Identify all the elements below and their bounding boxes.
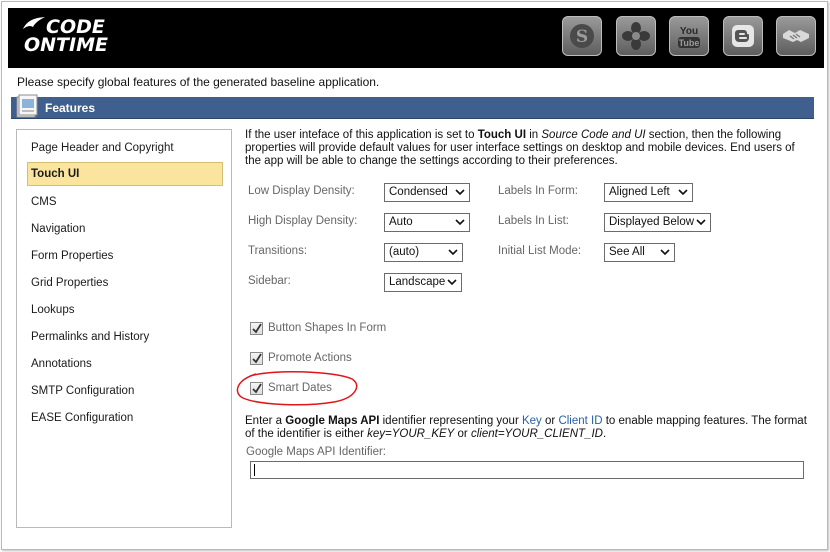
labels-in-form-label: Labels In Form: (498, 185, 578, 197)
gmaps-bold: Google Maps API (285, 415, 380, 427)
sidebar-setting-label: Sidebar: (248, 275, 291, 287)
low-display-density-select[interactable]: Condensed (384, 183, 470, 202)
labels-in-form-value: Aligned Left (609, 186, 670, 198)
chevron-down-icon (455, 189, 465, 196)
chevron-down-icon (696, 219, 706, 226)
promote-actions-checkbox[interactable]: Promote Actions (250, 350, 352, 366)
sidebar-item-annotations[interactable]: Annotations (27, 352, 223, 376)
text-caret (254, 464, 255, 476)
description-source-code-italic: Source Code and UI (541, 129, 646, 141)
flower-button[interactable] (616, 16, 656, 56)
high-display-density-value: Auto (389, 216, 413, 228)
stumbleupon-button[interactable]: S (562, 16, 602, 56)
youtube-button[interactable]: You Tube (669, 16, 709, 56)
button-shapes-in-form-checkbox[interactable]: Button Shapes In Form (250, 320, 386, 336)
high-display-density-label: High Display Density: (248, 215, 358, 227)
chevron-down-icon (447, 279, 457, 286)
labels-in-form-select[interactable]: Aligned Left (604, 183, 693, 202)
promote-actions-label: Promote Actions (268, 352, 352, 364)
sidebar-item-touch-ui[interactable]: Touch UI (27, 162, 223, 186)
low-display-density-value: Condensed (389, 186, 448, 198)
flower-icon (622, 22, 650, 50)
button-shapes-in-form-label: Button Shapes In Form (268, 322, 387, 334)
sidebar-item-cms[interactable]: CMS (27, 190, 223, 214)
code-on-time-logo[interactable]: CODE ONTIME (23, 17, 108, 56)
description-text-2: in (526, 129, 542, 141)
bird-logo-icon (23, 17, 45, 29)
client-id-link[interactable]: Client ID (558, 415, 602, 427)
labels-in-list-value: Displayed Below (609, 216, 695, 228)
transitions-value: (auto) (389, 246, 420, 258)
logo-line-2: ONTIME (24, 34, 108, 56)
transitions-label: Transitions: (248, 245, 308, 257)
features-book-icon (16, 94, 38, 118)
header-banner: CODE ONTIME S You Tube (8, 8, 824, 68)
gmaps-key-format: key=YOUR_KEY (367, 428, 455, 440)
description-text-1: If the user inteface of this application… (245, 129, 478, 141)
initial-list-mode-select[interactable]: See All (604, 243, 675, 262)
handshake-icon (783, 30, 809, 42)
gmaps-text-2: identifier representing your (379, 415, 522, 427)
red-highlight-circle (236, 371, 358, 406)
sidebar-item-lookups[interactable]: Lookups (27, 298, 223, 322)
gmaps-text-1: Enter a (245, 415, 286, 427)
chevron-down-icon (448, 249, 458, 256)
low-display-density-label: Low Display Density: (248, 185, 355, 197)
checkmark-icon (252, 323, 262, 333)
key-link[interactable]: Key (522, 415, 542, 427)
transitions-select[interactable]: (auto) (384, 243, 463, 262)
google-maps-description: Enter a Google Maps API identifier repre… (245, 415, 811, 441)
features-sidebar: Page Header and Copyright Touch UI CMS N… (16, 129, 232, 528)
initial-list-mode-value: See All (609, 246, 645, 258)
google-maps-api-identifier-input[interactable] (250, 461, 804, 479)
high-display-density-select[interactable]: Auto (384, 213, 470, 232)
chevron-down-icon (660, 249, 670, 256)
checkbox-box[interactable] (250, 321, 263, 335)
sidebar-item-page-header-and-copyright[interactable]: Page Header and Copyright (27, 136, 223, 160)
blogger-button[interactable] (723, 16, 763, 56)
youtube-icon: You Tube (678, 26, 700, 48)
blogger-icon (732, 25, 754, 47)
handshake-button[interactable] (776, 16, 816, 56)
youtube-bottom-text: Tube (679, 38, 700, 48)
labels-in-list-label: Labels In List: (498, 215, 569, 227)
sidebar-item-form-properties[interactable]: Form Properties (27, 244, 223, 268)
svg-text:S: S (576, 27, 588, 47)
checkbox-box[interactable] (250, 351, 263, 365)
sidebar-setting-select[interactable]: Landscape (384, 273, 462, 292)
sidebar-setting-value: Landscape (389, 276, 446, 288)
checkmark-icon (252, 353, 262, 363)
features-section-bar: Features (11, 94, 814, 119)
chevron-down-icon (678, 189, 688, 196)
youtube-top-text: You (680, 26, 698, 37)
sidebar-item-permalinks-and-history[interactable]: Permalinks and History (27, 325, 223, 349)
description-touch-ui-bold: Touch UI (477, 129, 527, 141)
initial-list-mode-label: Initial List Mode: (498, 245, 582, 257)
app-window: CODE ONTIME S You Tube Please specify gl… (1, 1, 828, 550)
sidebar-item-ease-configuration[interactable]: EASE Configuration (27, 406, 223, 430)
labels-in-list-select[interactable]: Displayed Below (604, 213, 711, 232)
intro-text: Please specify global features of the ge… (17, 75, 380, 89)
gmaps-text-5: or (454, 428, 471, 440)
stumbleupon-icon: S (570, 24, 594, 48)
gmaps-client-format: client=YOUR_CLIENT_ID (470, 428, 603, 440)
gmaps-text-6: . (602, 428, 607, 440)
gmaps-text-3: or (541, 415, 559, 427)
sidebar-item-grid-properties[interactable]: Grid Properties (27, 271, 223, 295)
sidebar-item-smtp-configuration[interactable]: SMTP Configuration (27, 379, 223, 403)
google-maps-api-identifier-label: Google Maps API Identifier: (246, 446, 386, 458)
touch-ui-description: If the user inteface of this application… (245, 129, 805, 168)
features-title: Features (45, 101, 96, 115)
chevron-down-icon (455, 219, 465, 226)
sidebar-item-navigation[interactable]: Navigation (27, 217, 223, 241)
